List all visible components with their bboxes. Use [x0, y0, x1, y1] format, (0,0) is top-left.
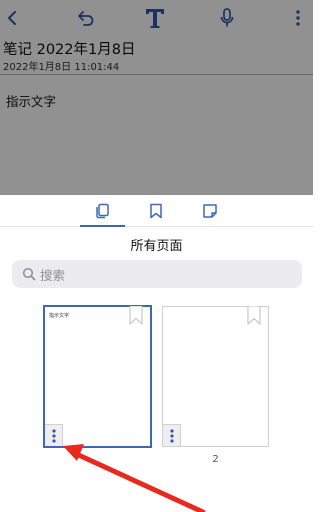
tab-bookmarks[interactable]: [143, 201, 169, 221]
bookmark-icon[interactable]: [129, 306, 143, 325]
pages-panel: 所有页面 搜索 指示文字 2: [0, 195, 313, 512]
tab-all-pages[interactable]: [89, 201, 115, 221]
note-editor: 笔记 2022年1月8日 2022年1月8日 11:01:44 指示文字: [0, 0, 313, 195]
page-thumbnail-1[interactable]: 指示文字: [43, 305, 152, 448]
dim-overlay[interactable]: [0, 0, 313, 195]
active-tab-indicator: [80, 225, 125, 227]
panel-tabbar: [0, 195, 313, 227]
panel-title: 所有页面: [130, 239, 183, 254]
more-vertical-icon: [51, 428, 56, 443]
bookmark-icon[interactable]: [247, 306, 261, 325]
page-thumbnail-text: 指示文字: [49, 313, 70, 319]
sticky-note-icon: [203, 204, 217, 218]
page-thumbnail-2[interactable]: [162, 306, 269, 447]
search-input[interactable]: 搜索: [12, 260, 302, 288]
tab-sticky-notes[interactable]: [197, 201, 223, 221]
search-icon: [22, 267, 36, 281]
pages-icon: [96, 203, 109, 219]
more-vertical-icon: [169, 428, 174, 443]
page-options-button[interactable]: [163, 424, 181, 446]
page-number: 2: [212, 454, 219, 465]
bookmark-icon: [150, 203, 162, 219]
page-options-button[interactable]: [45, 424, 63, 446]
search-placeholder: 搜索: [40, 267, 66, 283]
